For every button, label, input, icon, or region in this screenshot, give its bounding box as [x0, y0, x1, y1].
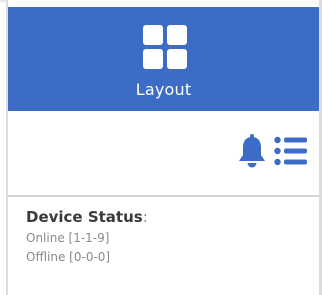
bell-icon[interactable] — [236, 134, 268, 170]
toolbar — [8, 111, 319, 195]
offline-status: Offline [0-0-0] — [26, 250, 111, 264]
grid-cell — [167, 25, 187, 45]
layout-label: Layout — [135, 80, 192, 99]
heading-separator: : — [142, 208, 148, 226]
layout-button[interactable]: Layout — [8, 7, 319, 111]
grid-layout-icon — [143, 25, 187, 69]
list-icon[interactable] — [274, 136, 308, 166]
grid-cell — [143, 25, 163, 45]
device-status-heading: Device Status: — [26, 208, 148, 226]
device-panel: Layout Device Status: Online [1-1-9] Off… — [0, 0, 322, 295]
grid-cell — [143, 49, 163, 69]
device-status-title: Device Status — [26, 208, 143, 226]
device-status-panel: Device Status: Online [1-1-9] Offline [0… — [8, 197, 319, 295]
online-status: Online [1-1-9] — [26, 231, 110, 245]
grid-cell — [167, 49, 187, 69]
